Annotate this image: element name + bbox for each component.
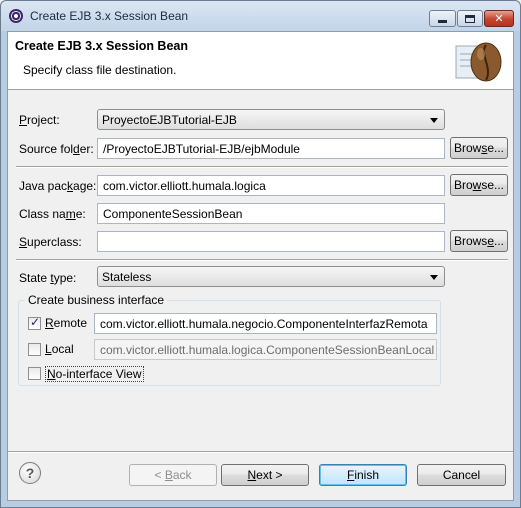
no-interface-checkbox[interactable] (28, 367, 41, 380)
wizard-banner: Create EJB 3.x Session Bean Specify clas… (8, 32, 513, 90)
back-button[interactable]: < Back (129, 464, 217, 486)
state-type-value: Stateless (102, 270, 152, 284)
footer-separator (8, 451, 513, 453)
local-label: Local (45, 342, 74, 356)
business-interface-title: Create business interface (25, 293, 168, 307)
maximize-icon (465, 14, 475, 23)
class-name-input[interactable]: ComponenteSessionBean (97, 203, 445, 224)
dialog-window: Create EJB 3.x Session Bean ✕ Create EJB… (0, 0, 521, 508)
project-label: Project: (19, 113, 60, 127)
remote-checkbox[interactable] (28, 315, 41, 330)
banner-subtitle: Specify class file destination. (23, 63, 177, 77)
java-package-input[interactable]: com.victor.elliott.humala.logica (97, 175, 445, 196)
project-combo[interactable]: ProyectoEJBTutorial-EJB (97, 109, 445, 130)
finish-button[interactable]: Finish (319, 464, 407, 486)
remote-interface-input[interactable]: com.victor.elliott.humala.negocio.Compon… (94, 313, 437, 334)
superclass-browse-button[interactable]: Browse... (450, 230, 508, 252)
help-icon[interactable]: ? (19, 462, 41, 484)
state-type-label: State type: (19, 271, 77, 285)
minimize-button[interactable] (429, 10, 456, 27)
class-name-label: Class name: (19, 207, 86, 221)
superclass-input[interactable] (97, 231, 445, 252)
next-button[interactable]: Next > (221, 464, 309, 486)
state-type-combo[interactable]: Stateless (97, 266, 445, 287)
close-button[interactable]: ✕ (484, 10, 514, 27)
java-package-label: Java package: (19, 179, 97, 193)
remote-label: Remote (45, 316, 88, 330)
chevron-down-icon (430, 118, 438, 123)
separator (16, 259, 508, 261)
coffee-bean-icon (455, 42, 502, 82)
source-folder-label: Source folder: (19, 142, 94, 156)
no-interface-label: No-interface View (45, 366, 144, 382)
source-folder-browse-button[interactable]: Browse... (450, 137, 508, 159)
eclipse-icon (9, 9, 23, 23)
title-bar[interactable]: Create EJB 3.x Session Bean ✕ (1, 1, 520, 31)
minimize-icon (438, 20, 447, 23)
chevron-down-icon (430, 275, 438, 280)
window-title: Create EJB 3.x Session Bean (30, 9, 189, 23)
separator (16, 166, 508, 168)
source-folder-input[interactable]: /ProyectoEJBTutorial-EJB/ejbModule (97, 138, 445, 159)
java-package-browse-button[interactable]: Browse... (450, 174, 508, 196)
maximize-button[interactable] (457, 10, 483, 27)
local-interface-input[interactable]: com.victor.elliott.humala.logica.Compone… (94, 339, 437, 360)
local-checkbox[interactable] (28, 343, 41, 356)
superclass-label: Superclass: (19, 235, 82, 249)
dialog-body: Create EJB 3.x Session Bean Specify clas… (7, 31, 514, 501)
cancel-button[interactable]: Cancel (417, 464, 506, 486)
banner-title: Create EJB 3.x Session Bean (15, 39, 188, 53)
project-value: ProyectoEJBTutorial-EJB (102, 113, 237, 127)
close-icon: ✕ (494, 13, 504, 25)
